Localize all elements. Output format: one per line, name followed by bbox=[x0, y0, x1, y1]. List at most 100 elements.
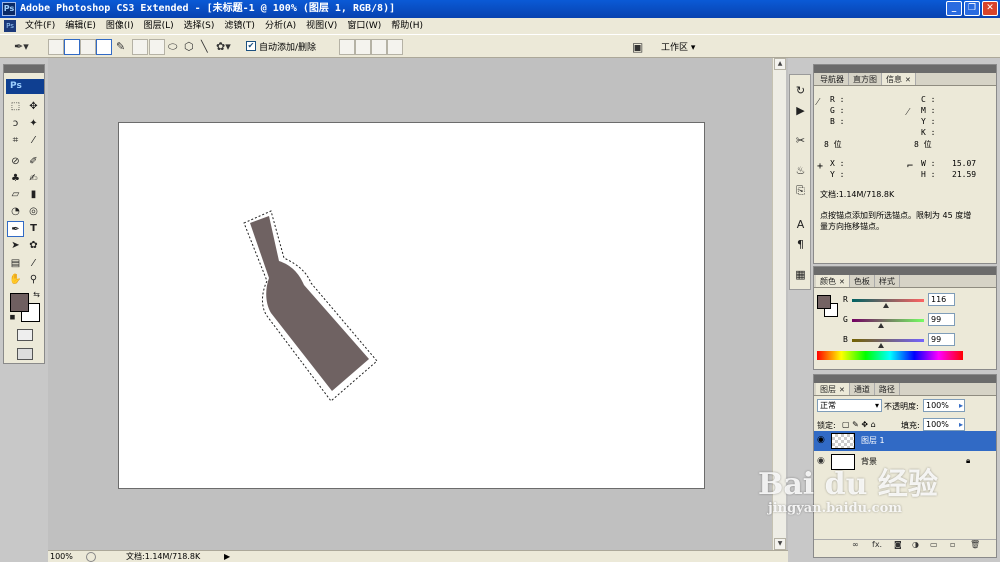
character-panel-icon[interactable]: A bbox=[793, 217, 808, 232]
healing-brush-icon[interactable]: ⊘ bbox=[7, 154, 24, 170]
eye-icon[interactable]: ◉ bbox=[817, 456, 825, 466]
tools-panel-header[interactable] bbox=[4, 65, 44, 73]
opacity-field[interactable]: 100% ▸ bbox=[923, 399, 965, 412]
workspace-menu[interactable]: 工作区 ▾ bbox=[661, 40, 695, 53]
new-group-icon[interactable]: ▭ bbox=[930, 540, 938, 549]
menu-edit[interactable]: 编辑(E) bbox=[60, 18, 101, 34]
fill-arrow-icon[interactable]: ▸ bbox=[959, 419, 963, 430]
r-slider-thumb[interactable] bbox=[883, 303, 889, 308]
quick-mask-button[interactable] bbox=[17, 329, 33, 341]
tab-channels[interactable]: 通道 bbox=[850, 383, 875, 395]
palette-well-icon[interactable]: ▣ bbox=[632, 40, 643, 54]
zoom-level[interactable]: 100% bbox=[50, 551, 73, 562]
clone-source-icon[interactable]: ⎘ bbox=[793, 183, 808, 198]
screen-mode-button[interactable] bbox=[17, 348, 33, 360]
tab-navigator[interactable]: 导航器 bbox=[816, 73, 849, 85]
delete-layer-icon[interactable]: 🗑︎ bbox=[970, 540, 980, 549]
custom-shape-icon[interactable]: ✿▾ bbox=[216, 39, 231, 55]
link-layers-icon[interactable]: ∞ bbox=[852, 540, 859, 549]
path-add-button[interactable] bbox=[339, 39, 355, 55]
layer-mask-icon[interactable]: ◙ bbox=[894, 540, 902, 549]
hand-tool-icon[interactable]: ✋ bbox=[7, 272, 24, 288]
b-slider-thumb[interactable] bbox=[878, 343, 884, 348]
ellipse-icon[interactable]: ⬭ bbox=[168, 39, 177, 55]
menu-filter[interactable]: 滤镜(T) bbox=[219, 18, 260, 34]
magic-wand-icon[interactable]: ✦ bbox=[25, 116, 42, 132]
tab-styles[interactable]: 样式 bbox=[875, 275, 900, 287]
r-value-field[interactable]: 116 bbox=[928, 293, 955, 306]
move-tool-icon[interactable]: ✥ bbox=[25, 99, 42, 115]
rounded-rectangle-button[interactable] bbox=[149, 39, 165, 55]
menu-window[interactable]: 窗口(W) bbox=[342, 18, 386, 34]
path-subtract-button[interactable] bbox=[355, 39, 371, 55]
document-canvas[interactable] bbox=[118, 122, 705, 489]
tab-histogram[interactable]: 直方图 bbox=[849, 73, 882, 85]
layer-comps-icon[interactable]: ▦ bbox=[793, 267, 808, 282]
blur-tool-icon[interactable]: ◔ bbox=[7, 204, 24, 220]
paragraph-panel-icon[interactable]: ¶ bbox=[793, 237, 808, 252]
tab-paths[interactable]: 路径 bbox=[875, 383, 900, 395]
r-slider[interactable] bbox=[852, 299, 924, 302]
menu-file[interactable]: 文件(F) bbox=[20, 18, 60, 34]
close-button[interactable]: ✕ bbox=[982, 1, 998, 16]
zoom-tool-icon[interactable]: ⚲ bbox=[25, 272, 42, 288]
line-icon[interactable]: ╲ bbox=[201, 39, 208, 55]
opacity-arrow-icon[interactable]: ▸ bbox=[959, 400, 963, 411]
close-tab-icon[interactable]: ✕ bbox=[839, 386, 845, 394]
clone-stamp-icon[interactable]: ♣ bbox=[7, 171, 24, 187]
status-menu-arrow-icon[interactable]: ▶ bbox=[224, 551, 230, 562]
pen-tool-icon[interactable]: ✒ bbox=[7, 221, 24, 237]
pen-tool-preset-icon[interactable]: ✒▾ bbox=[14, 39, 29, 55]
tab-swatches[interactable]: 色板 bbox=[850, 275, 875, 287]
type-tool-icon[interactable]: T bbox=[25, 221, 42, 237]
gradient-tool-icon[interactable]: ▮ bbox=[25, 187, 42, 203]
restore-button[interactable]: ❐ bbox=[964, 1, 980, 16]
path-selection-icon[interactable]: ➤ bbox=[7, 238, 24, 254]
default-colors-icon[interactable]: ◼ bbox=[4, 309, 21, 325]
paths-mode-button[interactable] bbox=[64, 39, 80, 55]
swap-colors-icon[interactable]: ⇆ bbox=[28, 287, 45, 303]
adjustment-layer-icon[interactable]: ◑ bbox=[912, 540, 919, 549]
menu-help[interactable]: 帮助(H) bbox=[386, 18, 428, 34]
color-panel-fg-swatch[interactable] bbox=[817, 295, 831, 309]
tool-presets-icon[interactable]: ✂ bbox=[793, 133, 808, 148]
color-panel-header[interactable] bbox=[814, 267, 996, 275]
info-panel-header[interactable] bbox=[814, 65, 996, 73]
menu-analysis[interactable]: 分析(A) bbox=[260, 18, 301, 34]
b-slider[interactable] bbox=[852, 339, 924, 342]
scroll-up-arrow-icon[interactable]: ▲ bbox=[774, 58, 786, 70]
menu-view[interactable]: 视图(V) bbox=[301, 18, 342, 34]
pen-tool-button[interactable] bbox=[96, 39, 112, 55]
dodge-tool-icon[interactable]: ◎ bbox=[25, 204, 42, 220]
ps-menu-icon[interactable]: Ps bbox=[4, 20, 16, 32]
path-intersect-button[interactable] bbox=[371, 39, 387, 55]
rectangle-shape-button[interactable] bbox=[132, 39, 148, 55]
menu-layer[interactable]: 图层(L) bbox=[139, 18, 179, 34]
notes-tool-icon[interactable]: ▤ bbox=[7, 256, 24, 272]
color-spectrum-bar[interactable] bbox=[817, 351, 963, 360]
close-tab-icon[interactable]: ✕ bbox=[839, 278, 845, 286]
actions-panel-icon[interactable]: ▶ bbox=[793, 103, 808, 118]
layer-row-layer-1[interactable]: ◉ 图层 1 bbox=[814, 431, 996, 451]
fill-pixels-mode-button[interactable] bbox=[80, 39, 96, 55]
crop-tool-icon[interactable]: ⌗ bbox=[7, 133, 24, 149]
close-tab-icon[interactable]: ✕ bbox=[905, 76, 911, 84]
slice-tool-icon[interactable]: ⁄ bbox=[25, 133, 42, 149]
eye-icon[interactable]: ◉ bbox=[817, 435, 825, 445]
marquee-tool-icon[interactable]: ⬚ bbox=[7, 99, 24, 115]
history-brush-icon[interactable]: ✍ bbox=[25, 171, 42, 187]
auto-add-delete-checkbox[interactable]: ✔ bbox=[246, 41, 256, 51]
minimize-button[interactable]: _ bbox=[946, 1, 962, 16]
lasso-tool-icon[interactable]: ↄ bbox=[7, 116, 24, 132]
menu-select[interactable]: 选择(S) bbox=[179, 18, 220, 34]
g-slider[interactable] bbox=[852, 319, 924, 322]
layer-style-icon[interactable]: fx. bbox=[872, 540, 882, 549]
b-value-field[interactable]: 99 bbox=[928, 333, 955, 346]
path-exclude-button[interactable] bbox=[387, 39, 403, 55]
brush-tool-icon[interactable]: ✐ bbox=[25, 154, 42, 170]
eyedropper-tool-icon[interactable]: ⁄ bbox=[25, 256, 42, 272]
tab-color[interactable]: 颜色 ✕ bbox=[816, 275, 850, 287]
menu-image[interactable]: 图像(I) bbox=[101, 18, 139, 34]
tab-layers[interactable]: 图层 ✕ bbox=[816, 383, 850, 395]
blend-mode-select[interactable]: 正常 ▾ bbox=[817, 399, 882, 412]
